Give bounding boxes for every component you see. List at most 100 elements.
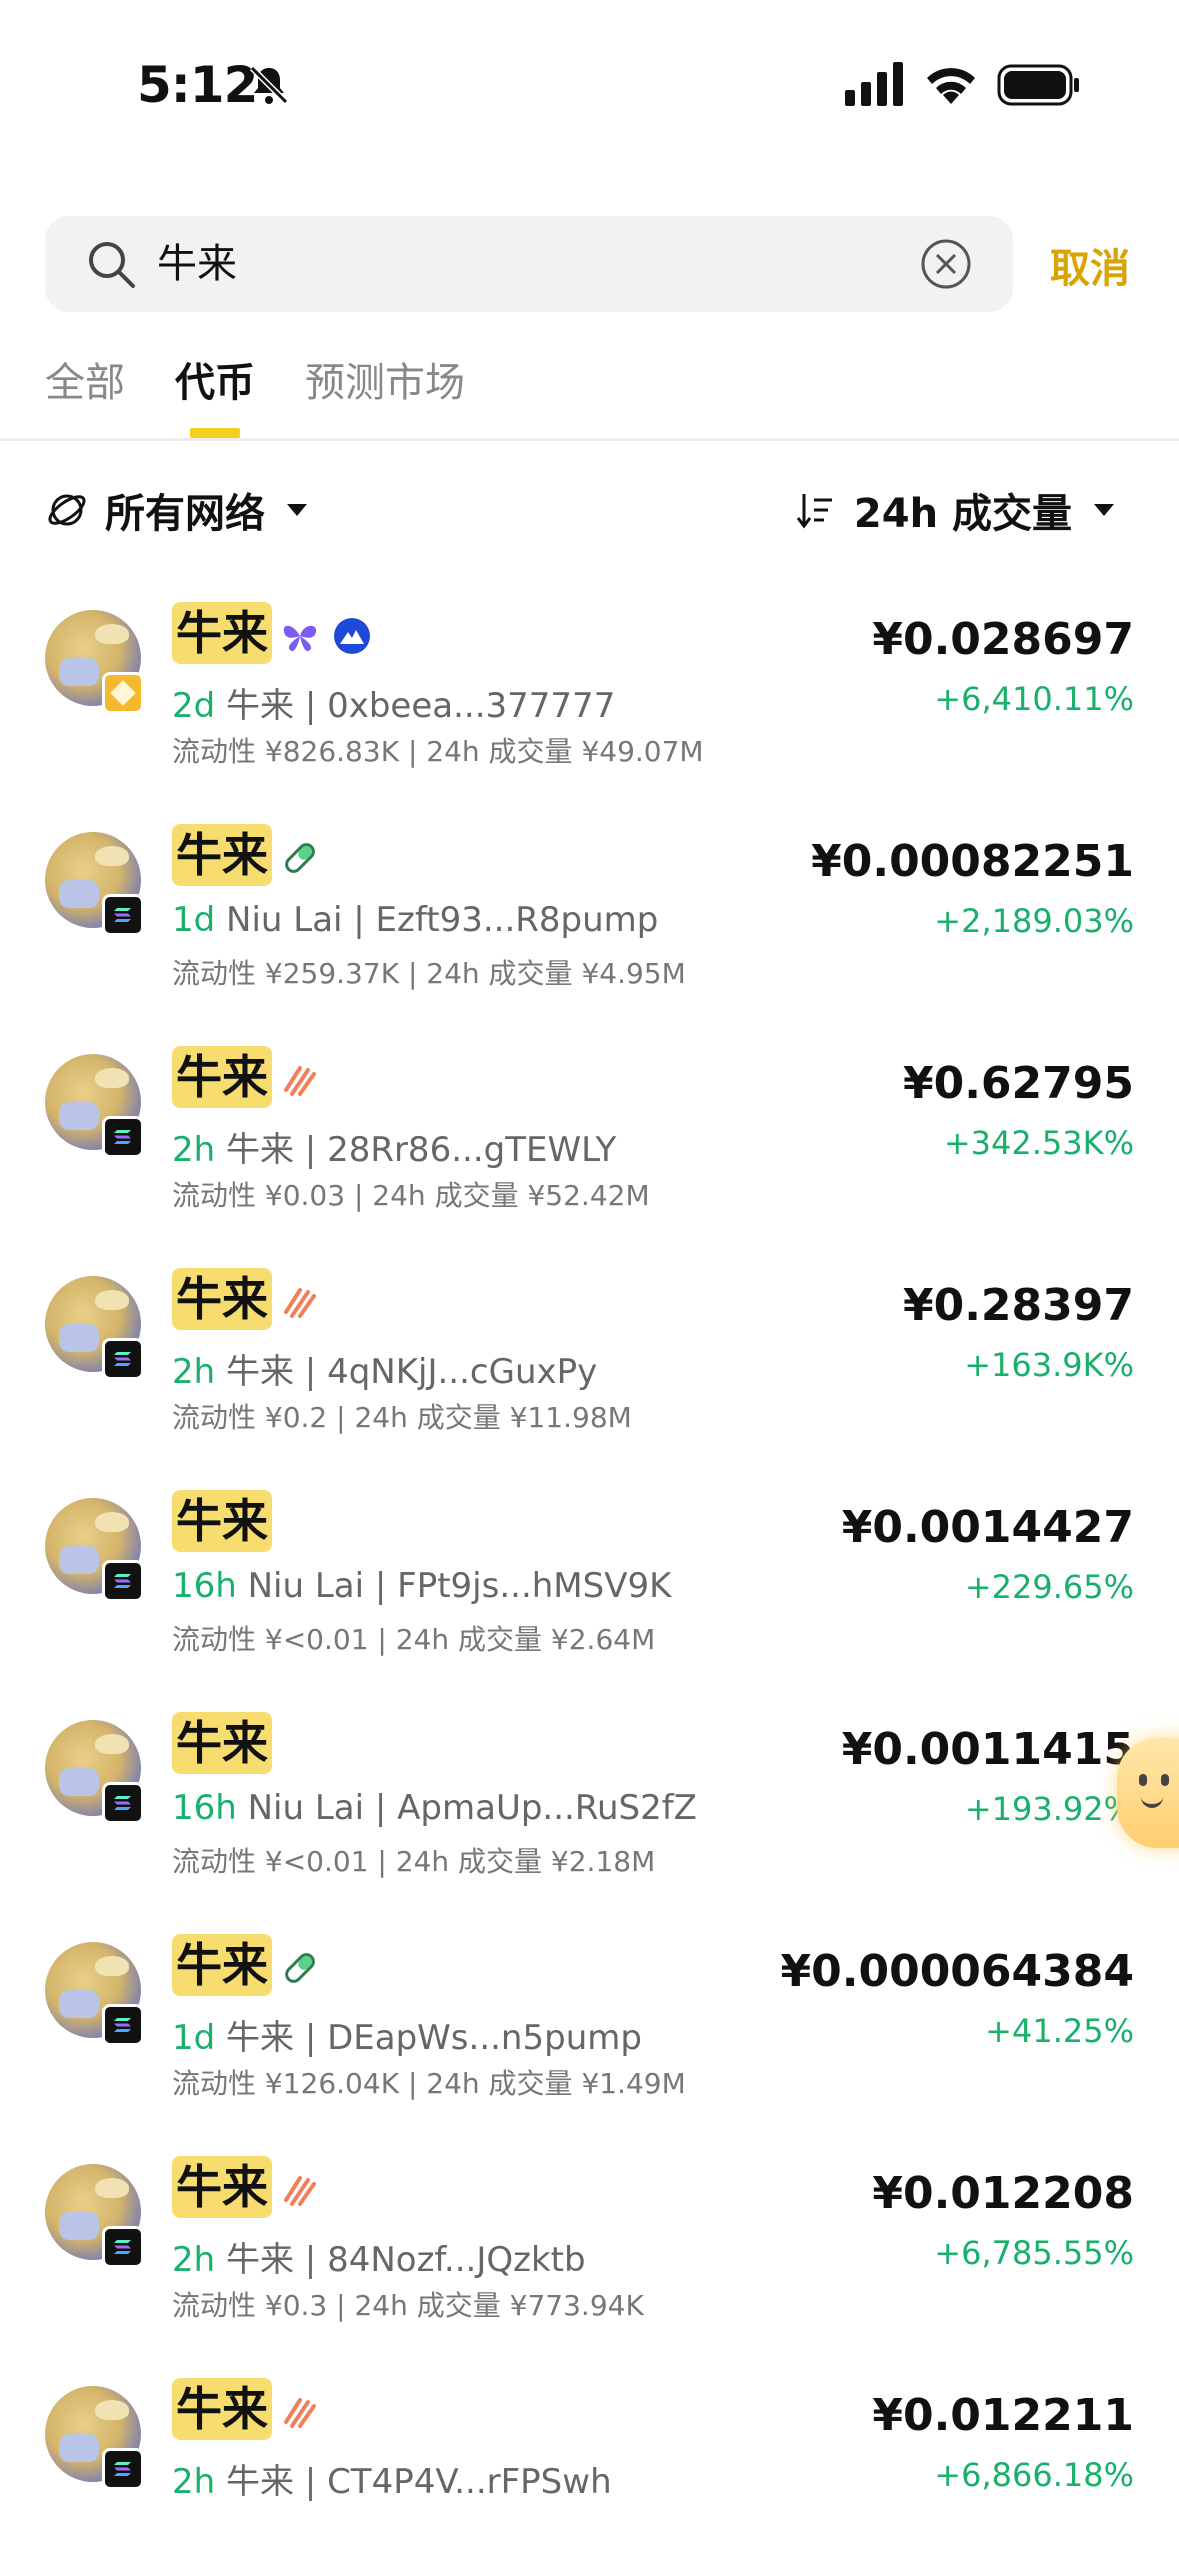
token-stats: 流动性 ¥<0.01 | 24h 成交量 ¥2.64M xyxy=(172,1623,656,1656)
token-change: +193.92% xyxy=(964,1790,1134,1828)
pill-icon xyxy=(280,1948,320,1988)
cancel-button[interactable]: 取消 xyxy=(1050,236,1130,294)
token-stats: 流动性 ¥126.04K | 24h 成交量 ¥1.49M xyxy=(172,2067,686,2100)
token-name: 牛来 xyxy=(172,1934,272,1996)
token-change: +163.9K% xyxy=(964,1346,1134,1384)
battery-icon xyxy=(997,64,1079,106)
tab-tokens[interactable]: 代币 xyxy=(175,350,255,408)
token-row[interactable]: 牛来 2d 牛来 | 0xbeea...377777 流动性 ¥826.83K | … xyxy=(0,574,1179,796)
token-meta: 1d 牛来 | DEapWs...n5pump xyxy=(172,2010,642,2059)
token-name: 牛来 xyxy=(172,1046,272,1108)
token-change: +229.65% xyxy=(964,1568,1134,1606)
token-name: 牛来 xyxy=(172,824,272,886)
stripes-icon xyxy=(280,2392,320,2432)
active-tab-indicator xyxy=(190,428,240,438)
token-subtitle: 牛来 | 0xbeea...377777 xyxy=(226,686,616,726)
token-tags xyxy=(280,2170,320,2210)
token-meta: 2d 牛来 | 0xbeea...377777 xyxy=(172,678,615,727)
token-meta: 2h 牛来 | 4qNKjJ...cGuxPy xyxy=(172,1344,597,1393)
token-age: 16h xyxy=(172,1566,237,1606)
solana-chain-icon xyxy=(102,1782,144,1824)
token-price: ¥0.62795 xyxy=(902,1058,1134,1109)
status-time: 5:12 xyxy=(137,56,258,114)
token-age: 2d xyxy=(172,686,216,726)
status-bar: 5:12 xyxy=(0,0,1179,170)
token-subtitle: 牛来 | 28Rr86...gTEWLY xyxy=(226,1130,617,1170)
token-row[interactable]: 牛来 2h 牛来 | 28Rr86...gTEWLY 流动性 ¥0.03 | 24h… xyxy=(0,1018,1179,1240)
token-stats: 流动性 ¥0.3 | 24h 成交量 ¥773.94K xyxy=(172,2289,644,2322)
token-name: 牛来 xyxy=(172,1268,272,1330)
network-filter-label: 所有网络 xyxy=(105,491,265,537)
token-name: 牛来 xyxy=(172,2378,272,2440)
assistant-eye xyxy=(1161,1774,1169,1786)
token-subtitle: Niu Lai | Ezft93...R8pump xyxy=(226,900,659,940)
bnb-chain-icon xyxy=(102,672,144,714)
token-meta: 16h Niu Lai | ApmaUp...RuS2fZ xyxy=(172,1788,697,1828)
token-name: 牛来 xyxy=(172,1712,272,1774)
wifi-icon xyxy=(927,68,975,104)
token-price: ¥0.012208 xyxy=(872,2168,1134,2219)
token-meta: 16h Niu Lai | FPt9js...hMSV9K xyxy=(172,1566,671,1606)
token-subtitle: 牛来 | 84Nozf...JQzktb xyxy=(226,2240,586,2280)
token-stats: 流动性 ¥<0.01 | 24h 成交量 ¥2.18M xyxy=(172,1845,656,1878)
floating-assistant-button[interactable] xyxy=(1117,1738,1179,1848)
token-tags xyxy=(280,838,320,878)
token-age: 16h xyxy=(172,1788,237,1828)
token-price: ¥0.012211 xyxy=(872,2390,1134,2441)
token-row[interactable]: 牛来 16h Niu Lai | ApmaUp...RuS2fZ 流动性 ¥<0.0… xyxy=(0,1684,1179,1906)
solana-chain-icon xyxy=(102,894,144,936)
chevron-down-icon xyxy=(287,504,307,516)
token-tags xyxy=(280,1060,320,1100)
token-row[interactable]: 牛来 1d 牛来 | DEapWs...n5pump 流动性 ¥126.04K | … xyxy=(0,1906,1179,2128)
divider xyxy=(0,438,1179,441)
token-tags xyxy=(280,2392,320,2432)
token-price: ¥0.28397 xyxy=(902,1280,1134,1331)
token-stats: 流动性 ¥0.2 | 24h 成交量 ¥11.98M xyxy=(172,1401,632,1434)
token-tags xyxy=(280,1948,320,1988)
token-age: 2h xyxy=(172,1352,216,1392)
token-row[interactable]: 牛来 2h 牛来 | 4qNKjJ...cGuxPy 流动性 ¥0.2 | 24h … xyxy=(0,1240,1179,1462)
tab-all[interactable]: 全部 xyxy=(45,350,125,408)
token-meta: 2h 牛来 | CT4P4V...rFPSwh xyxy=(172,2454,612,2503)
token-age: 2h xyxy=(172,2240,216,2280)
sort-icon xyxy=(796,494,832,529)
token-change: +6,785.55% xyxy=(934,2234,1134,2272)
clear-search-icon[interactable] xyxy=(919,237,973,291)
network-globe-icon xyxy=(48,494,86,526)
solana-chain-icon xyxy=(102,1560,144,1602)
token-row[interactable]: 牛来 16h Niu Lai | FPt9js...hMSV9K 流动性 ¥<0.0… xyxy=(0,1462,1179,1684)
token-subtitle: 牛来 | DEapWs...n5pump xyxy=(226,2018,642,2058)
token-age: 1d xyxy=(172,900,216,940)
token-subtitle: Niu Lai | FPt9js...hMSV9K xyxy=(247,1566,672,1606)
token-row[interactable]: 牛来 1d Niu Lai | Ezft93...R8pump 流动性 ¥259.3… xyxy=(0,796,1179,1018)
network-filter[interactable]: 所有网络 xyxy=(45,480,307,540)
sort-filter-label: 24h 成交量 xyxy=(853,491,1072,537)
stripes-icon xyxy=(280,1282,320,1322)
search-icon xyxy=(89,242,135,288)
stripes-icon xyxy=(280,2170,320,2210)
token-meta: 2h 牛来 | 28Rr86...gTEWLY xyxy=(172,1122,616,1171)
token-name: 牛来 xyxy=(172,602,272,664)
token-stats: 流动性 ¥259.37K | 24h 成交量 ¥4.95M xyxy=(172,957,686,990)
search-bar[interactable]: 牛来 xyxy=(45,216,1013,312)
solana-chain-icon xyxy=(102,2226,144,2268)
token-subtitle: 牛来 | 4qNKjJ...cGuxPy xyxy=(226,1352,598,1392)
tab-prediction-markets[interactable]: 预测市场 xyxy=(305,350,465,408)
token-name: 牛来 xyxy=(172,1490,272,1552)
token-age: 2h xyxy=(172,2462,216,2502)
token-subtitle: 牛来 | CT4P4V...rFPSwh xyxy=(226,2462,612,2502)
token-price: ¥0.0014427 xyxy=(841,1502,1134,1553)
token-price: ¥0.00082251 xyxy=(811,836,1134,887)
assistant-eye xyxy=(1139,1774,1147,1786)
sort-filter[interactable]: 24h 成交量 xyxy=(796,480,1114,540)
token-price: ¥0.0011415 xyxy=(841,1724,1134,1775)
cellular-signal-icon xyxy=(845,62,903,106)
search-input[interactable]: 牛来 xyxy=(157,238,237,290)
token-row[interactable]: 牛来 2h 牛来 | 84Nozf...JQzktb 流动性 ¥0.3 | 24h … xyxy=(0,2128,1179,2350)
mountain-badge-icon xyxy=(332,616,372,656)
token-meta: 1d Niu Lai | Ezft93...R8pump xyxy=(172,900,658,940)
token-subtitle: Niu Lai | ApmaUp...RuS2fZ xyxy=(247,1788,697,1828)
token-change: +6,866.18% xyxy=(934,2456,1134,2494)
token-row[interactable]: 牛来 2h 牛来 | CT4P4V...rFPSwh ¥0.012211 +6,866… xyxy=(0,2350,1179,2572)
solana-chain-icon xyxy=(102,2004,144,2046)
